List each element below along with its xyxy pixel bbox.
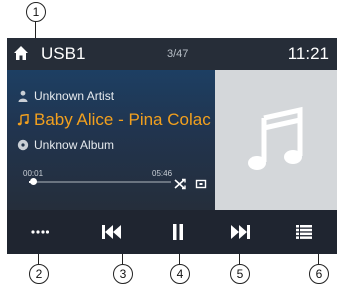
progress-handle[interactable]	[30, 178, 37, 185]
clock: 11:21	[287, 44, 329, 63]
pause-icon	[173, 224, 183, 240]
callout-5-leader	[239, 254, 240, 264]
album-name: Unknow Album	[34, 138, 115, 152]
more-options-button[interactable]	[7, 210, 73, 254]
playback-control-bar	[7, 210, 337, 254]
repeat-icon[interactable]	[194, 177, 208, 191]
home-icon	[14, 46, 28, 60]
title-row: Baby Alice - Pina Colac	[17, 109, 211, 131]
skip-previous-icon	[102, 225, 121, 239]
status-bar: USB1 3/47 11:21	[7, 38, 337, 70]
pause-button[interactable]	[145, 210, 211, 254]
media-player-screen: USB1 3/47 11:21 Unknown Artist Baby Alic…	[7, 38, 337, 254]
playlist-button[interactable]	[271, 210, 337, 254]
callout-5: 5	[230, 264, 250, 284]
album-row: Unknow Album	[17, 136, 114, 154]
callout-4: 4	[170, 264, 190, 284]
song-title: Baby Alice - Pina Colac	[34, 110, 211, 129]
next-track-button[interactable]	[207, 210, 273, 254]
list-icon	[296, 225, 312, 239]
music-note-icon	[248, 106, 303, 170]
source-label: USB1	[41, 44, 86, 63]
callout-6: 6	[309, 264, 329, 284]
time-total: 05:46	[152, 169, 173, 178]
track-counter: 3/47	[167, 48, 189, 60]
time-elapsed: 00:01	[23, 169, 44, 178]
home-button[interactable]	[13, 45, 29, 61]
album-artwork	[215, 70, 337, 210]
shuffle-icon[interactable]	[173, 177, 187, 191]
callout-6-leader	[318, 254, 319, 264]
progress-bar[interactable]	[29, 178, 171, 185]
more-dots-icon	[31, 230, 49, 234]
artist-name: Unknown Artist	[34, 89, 115, 103]
callout-3-leader	[122, 254, 123, 264]
person-icon	[18, 90, 28, 102]
callout-2: 2	[29, 264, 49, 284]
track-info-panel: Unknown Artist Baby Alice - Pina Colac U…	[7, 70, 215, 210]
previous-track-button[interactable]	[79, 210, 145, 254]
music-note-icon	[17, 114, 29, 126]
artist-row: Unknown Artist	[17, 87, 114, 105]
callout-1: 1	[26, 2, 46, 22]
disc-icon	[17, 139, 29, 151]
skip-next-icon	[231, 225, 250, 239]
callout-3: 3	[113, 264, 133, 284]
callout-2-leader	[38, 254, 39, 264]
callout-4-leader	[179, 254, 180, 264]
callout-1-leader	[35, 21, 36, 39]
